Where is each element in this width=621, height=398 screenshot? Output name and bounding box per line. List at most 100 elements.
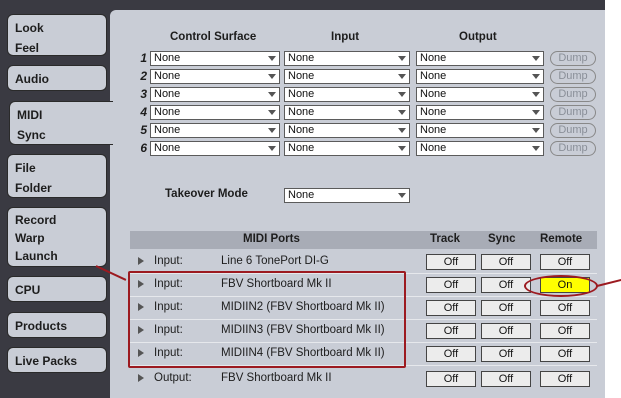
tab-midi-sync[interactable]: MIDI Sync xyxy=(9,101,113,145)
header-sync: Sync xyxy=(488,233,516,245)
control-surface-select[interactable]: None xyxy=(150,105,280,120)
select-value: None xyxy=(288,106,315,118)
input-select[interactable]: None xyxy=(284,69,410,84)
tab-live-packs[interactable]: Live Packs xyxy=(7,347,107,373)
row-number: 2 xyxy=(140,69,147,83)
tab-look-feel[interactable]: Look Feel xyxy=(7,14,107,56)
input-select[interactable]: None xyxy=(284,87,410,102)
header-input: Input xyxy=(331,31,360,43)
input-select[interactable]: None xyxy=(284,51,410,66)
dump-button[interactable]: Dump xyxy=(550,123,596,138)
input-select[interactable]: None xyxy=(284,141,410,156)
port-name: Line 6 TonePort DI-G xyxy=(221,255,329,267)
track-toggle[interactable]: Off xyxy=(426,371,476,387)
dump-button[interactable]: Dump xyxy=(550,87,596,102)
remote-toggle[interactable]: Off xyxy=(540,254,590,270)
tab-label: MIDI xyxy=(17,108,43,122)
select-value: None xyxy=(154,124,181,136)
output-select[interactable]: None xyxy=(416,141,544,156)
tab-audio[interactable]: Audio xyxy=(7,65,107,91)
select-value: None xyxy=(154,142,181,154)
tab-label: Launch xyxy=(15,249,58,263)
sync-toggle[interactable]: Off xyxy=(481,254,531,270)
select-value: None xyxy=(420,70,447,82)
control-surface-select[interactable]: None xyxy=(150,123,280,138)
track-toggle[interactable]: Off xyxy=(426,323,476,339)
chevron-down-icon xyxy=(532,56,540,61)
chevron-down-icon xyxy=(398,74,406,79)
dump-button[interactable]: Dump xyxy=(550,51,596,66)
tab-label: Folder xyxy=(15,181,52,195)
output-select[interactable]: None xyxy=(416,105,544,120)
chevron-down-icon xyxy=(398,92,406,97)
remote-toggle[interactable]: Off xyxy=(540,300,590,316)
select-value: None xyxy=(288,142,315,154)
chevron-down-icon xyxy=(268,74,276,79)
select-value: None xyxy=(288,70,315,82)
takeover-mode-value: None xyxy=(288,189,315,201)
dump-button[interactable]: Dump xyxy=(550,69,596,84)
port-row: Output: FBV Shortboard Mk II Off Off Off xyxy=(130,369,597,389)
remote-toggle[interactable]: Off xyxy=(540,346,590,362)
tab-file-folder[interactable]: File Folder xyxy=(7,154,107,198)
dump-button[interactable]: Dump xyxy=(550,105,596,120)
chevron-down-icon xyxy=(532,146,540,151)
remote-toggle[interactable]: Off xyxy=(540,323,590,339)
output-select[interactable]: None xyxy=(416,51,544,66)
tab-label: File xyxy=(15,161,36,175)
dump-button[interactable]: Dump xyxy=(550,141,596,156)
port-direction: Input: xyxy=(154,255,183,267)
expand-triangle-icon[interactable] xyxy=(138,374,144,382)
row-number: 5 xyxy=(140,123,147,137)
sync-toggle[interactable]: Off xyxy=(481,346,531,362)
tab-record-warp-launch[interactable]: Record Warp Launch xyxy=(7,207,107,267)
chevron-down-icon xyxy=(532,92,540,97)
chevron-down-icon xyxy=(532,74,540,79)
control-surface-select[interactable]: None xyxy=(150,69,280,84)
chevron-down-icon xyxy=(268,56,276,61)
annotation-ellipse xyxy=(524,275,598,297)
track-toggle[interactable]: Off xyxy=(426,300,476,316)
expand-triangle-icon[interactable] xyxy=(138,257,144,265)
remote-toggle[interactable]: Off xyxy=(540,371,590,387)
midi-ports-header: MIDI Ports Track Sync Remote xyxy=(130,231,597,249)
header-control-surface: Control Surface xyxy=(170,31,257,43)
header-track: Track xyxy=(430,233,461,245)
select-value: None xyxy=(154,106,181,118)
chevron-down-icon xyxy=(532,128,540,133)
sync-toggle[interactable]: Off xyxy=(481,300,531,316)
takeover-mode-select[interactable]: None xyxy=(284,188,410,203)
row-number: 4 xyxy=(140,105,147,119)
track-toggle[interactable]: Off xyxy=(426,254,476,270)
select-value: None xyxy=(420,88,447,100)
control-surface-select[interactable]: None xyxy=(150,87,280,102)
input-select[interactable]: None xyxy=(284,123,410,138)
tab-cpu[interactable]: CPU xyxy=(7,276,107,302)
tab-label: Products xyxy=(15,319,68,333)
header-output: Output xyxy=(459,31,497,43)
chevron-down-icon xyxy=(532,110,540,115)
tab-label: Live Packs xyxy=(15,354,78,368)
select-value: None xyxy=(420,124,447,136)
row-number: 3 xyxy=(140,87,147,101)
select-value: None xyxy=(420,52,447,64)
input-select[interactable]: None xyxy=(284,105,410,120)
sync-toggle[interactable]: Off xyxy=(481,323,531,339)
preferences-window: Look Feel Audio MIDI Sync File Folder Re… xyxy=(0,0,621,398)
control-surface-select[interactable]: None xyxy=(150,141,280,156)
track-toggle[interactable]: Off xyxy=(426,346,476,362)
port-row: Input: Line 6 TonePort DI-G Off Off Off xyxy=(130,252,597,272)
control-surface-select[interactable]: None xyxy=(150,51,280,66)
chevron-down-icon xyxy=(398,193,406,198)
sync-toggle[interactable]: Off xyxy=(481,371,531,387)
track-toggle[interactable]: Off xyxy=(426,277,476,293)
annotation-box xyxy=(128,271,406,368)
select-value: None xyxy=(420,142,447,154)
tab-products[interactable]: Products xyxy=(7,312,107,338)
select-value: None xyxy=(288,52,315,64)
select-value: None xyxy=(288,88,315,100)
output-select[interactable]: None xyxy=(416,69,544,84)
port-direction: Output: xyxy=(154,372,192,384)
output-select[interactable]: None xyxy=(416,87,544,102)
output-select[interactable]: None xyxy=(416,123,544,138)
